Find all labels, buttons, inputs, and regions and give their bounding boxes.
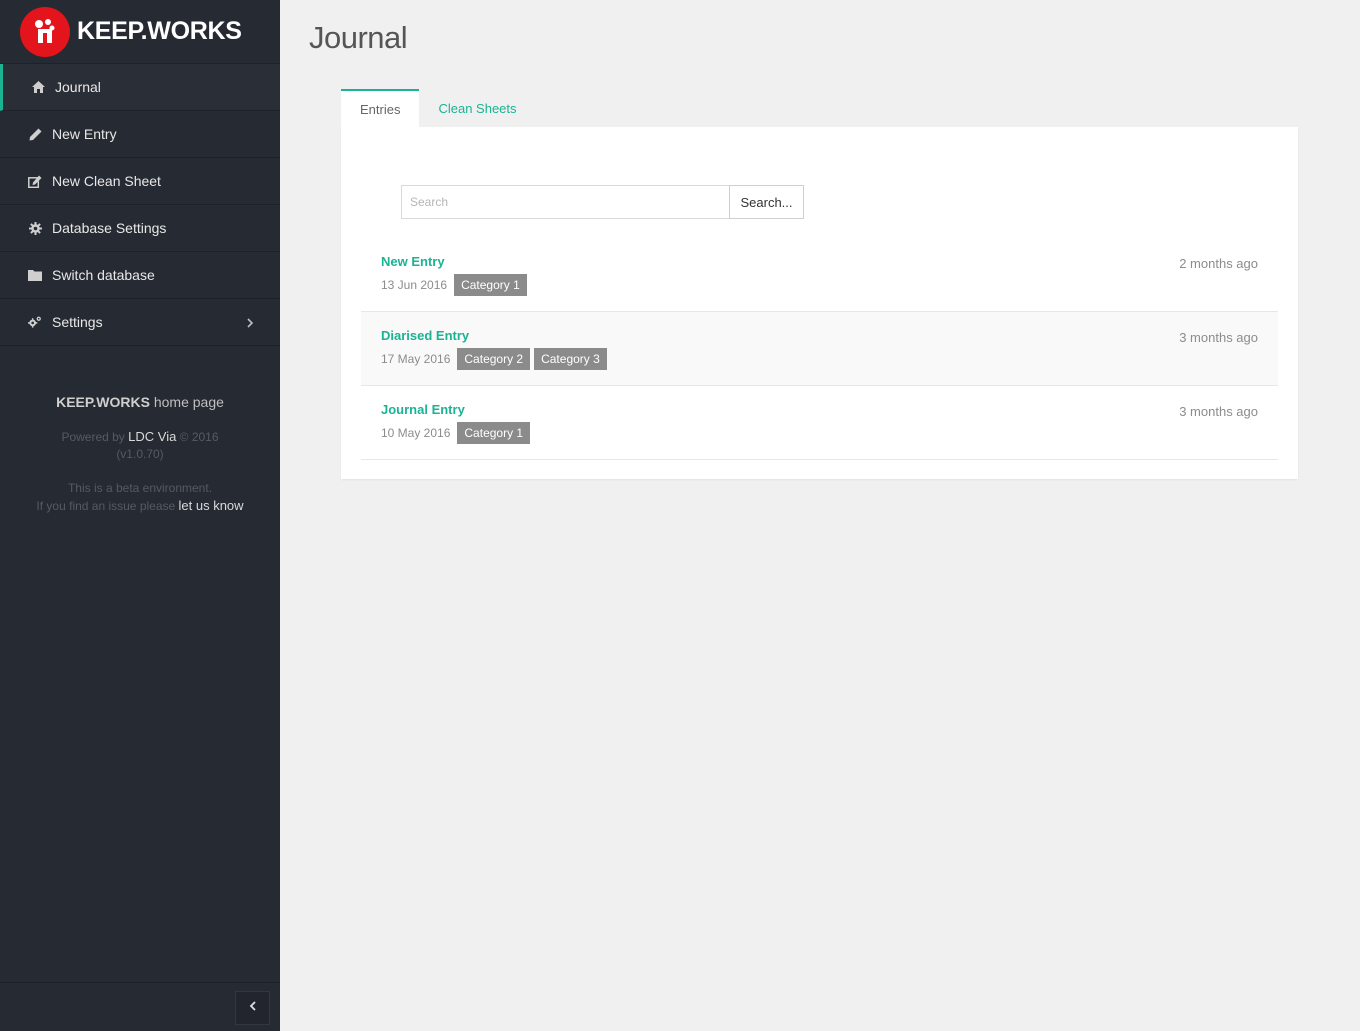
- pencil-icon: [28, 127, 42, 141]
- chevron-left-icon: [249, 999, 257, 1017]
- list-item: New Entry 13 Jun 2016 Category 1 2 month…: [361, 238, 1278, 312]
- search-bar: Search...: [401, 185, 804, 219]
- let-us-know-link[interactable]: let us know: [179, 498, 244, 513]
- entry-meta: 13 Jun 2016 Category 1: [381, 274, 1278, 296]
- home-brand: KEEP.WORKS: [56, 394, 150, 410]
- gears-icon: [28, 315, 42, 329]
- entry-title-link[interactable]: Diarised Entry: [381, 328, 469, 343]
- entries-panel: Search... New Entry 13 Jun 2016 Category…: [341, 127, 1298, 479]
- edit-icon: [28, 174, 42, 188]
- entry-age: 2 months ago: [1179, 256, 1258, 271]
- sidebar-item-new-clean-sheet[interactable]: New Clean Sheet: [0, 158, 280, 205]
- entry-date: 13 Jun 2016: [381, 278, 448, 292]
- sidebar-item-database-settings[interactable]: Database Settings: [0, 205, 280, 252]
- entry-date: 17 May 2016: [381, 352, 451, 366]
- search-input[interactable]: [401, 185, 729, 219]
- sidebar-item-label: New Clean Sheet: [52, 173, 161, 189]
- keepworks-logo-icon: [20, 6, 70, 57]
- brand-name: KEEP.WORKS: [77, 17, 242, 45]
- category-badge: Category 1: [457, 422, 531, 444]
- tab-entries[interactable]: Entries: [341, 89, 420, 127]
- folder-icon: [28, 268, 42, 282]
- entry-meta: 17 May 2016 Category 2 Category 3: [381, 348, 1278, 370]
- beta-line: This is a beta environment.: [67, 481, 213, 495]
- entries-list: New Entry 13 Jun 2016 Category 1 2 month…: [361, 238, 1278, 460]
- sidebar-bottom-bar: [0, 982, 280, 1031]
- category-badge: Category 3: [534, 348, 607, 370]
- tab-clean-sheets[interactable]: Clean Sheets: [419, 89, 535, 127]
- category-badge: Category 1: [454, 274, 527, 296]
- sidebar: KEEP.WORKS Journal New Entry New Clean S…: [0, 0, 280, 1031]
- search-button[interactable]: Search...: [729, 185, 804, 219]
- powered-prefix: Powered by: [61, 430, 129, 444]
- home-icon: [31, 80, 45, 94]
- entry-age: 3 months ago: [1179, 404, 1258, 419]
- sidebar-item-label: Journal: [55, 79, 101, 95]
- gear-icon: [28, 221, 42, 235]
- entry-age: 3 months ago: [1179, 330, 1258, 345]
- list-item: Diarised Entry 17 May 2016 Category 2 Ca…: [361, 312, 1278, 386]
- list-item: Journal Entry 10 May 2016 Category 1 3 m…: [361, 386, 1278, 460]
- version-label: (v1.0.70): [116, 447, 164, 461]
- entry-date: 10 May 2016: [381, 426, 451, 440]
- powered-suffix: © 2016: [176, 430, 219, 444]
- sidebar-item-settings[interactable]: Settings: [0, 299, 280, 346]
- sidebar-item-label: Database Settings: [52, 220, 167, 236]
- sidebar-item-new-entry[interactable]: New Entry: [0, 111, 280, 158]
- beta-notice: This is a beta environment. If you find …: [0, 479, 280, 515]
- sidebar-footer: KEEP.WORKS home page Powered by LDC Via …: [0, 394, 280, 515]
- sidebar-item-label: New Entry: [52, 126, 117, 142]
- entry-title-link[interactable]: Journal Entry: [381, 402, 465, 417]
- tab-bar: Entries Clean Sheets: [341, 89, 536, 127]
- issue-prefix: If you find an issue please: [36, 499, 179, 513]
- sidebar-item-label: Switch database: [52, 267, 155, 283]
- entry-meta: 10 May 2016 Category 1: [381, 422, 1278, 444]
- sidebar-item-journal[interactable]: Journal: [0, 64, 280, 111]
- category-badge: Category 2: [457, 348, 531, 370]
- home-text: home page: [149, 394, 224, 410]
- brand-header[interactable]: KEEP.WORKS: [0, 0, 280, 64]
- powered-by: Powered by LDC Via © 2016 (v1.0.70): [0, 428, 280, 463]
- collapse-sidebar-button[interactable]: [235, 991, 270, 1025]
- ldc-via-link[interactable]: LDC Via: [128, 429, 176, 444]
- page-title: Journal: [309, 20, 408, 55]
- chevron-right-icon: [246, 316, 256, 328]
- home-page-link[interactable]: KEEP.WORKS home page: [0, 394, 280, 410]
- sidebar-item-label: Settings: [52, 314, 103, 330]
- entry-title-link[interactable]: New Entry: [381, 254, 445, 269]
- sidebar-item-switch-database[interactable]: Switch database: [0, 252, 280, 299]
